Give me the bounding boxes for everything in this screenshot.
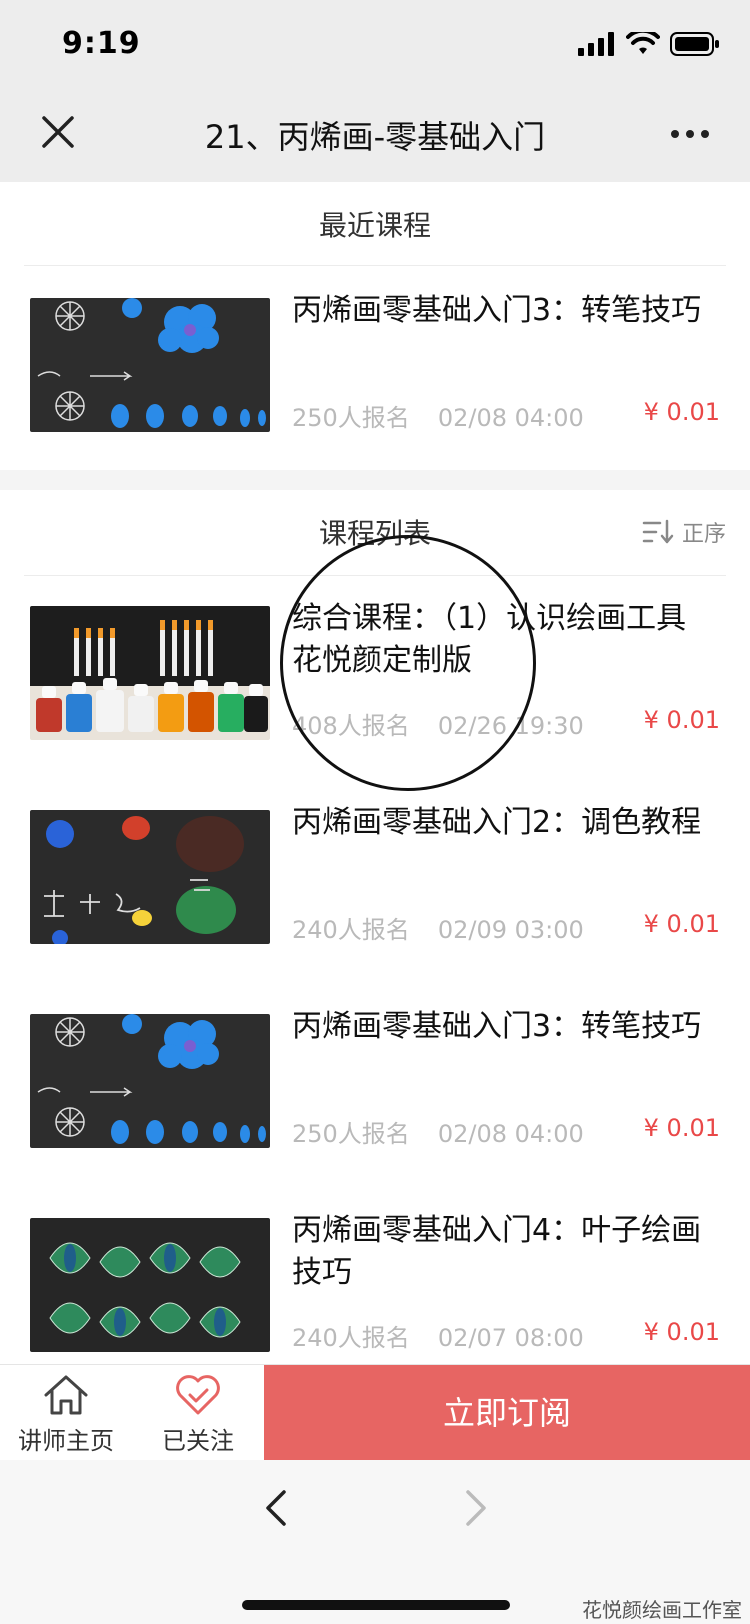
recent-course-item[interactable]: 丙烯画零基础入门3：转笔技巧 250人报名 02/08 04:00 ¥ 0.01 — [0, 290, 750, 440]
course-thumbnail — [30, 298, 270, 432]
course-list-item[interactable]: 丙烯画零基础入门2：调色教程 240人报名 02/09 03:00 ¥ 0.01 — [0, 802, 750, 952]
course-price: ¥ 0.01 — [643, 1318, 720, 1346]
bottom-action-bar: 讲师主页 已关注 立即订阅 — [0, 1364, 750, 1461]
course-meta: 250人报名 02/08 04:00 — [292, 1114, 584, 1149]
course-datetime: 02/08 04:00 — [437, 404, 584, 432]
back-arrow-icon[interactable] — [262, 1488, 288, 1528]
signal-icon — [578, 32, 614, 56]
course-thumbnail — [30, 1218, 270, 1352]
course-meta: 250人报名 02/08 04:00 — [292, 398, 584, 433]
course-meta: 240人报名 02/09 03:00 — [292, 910, 584, 945]
course-price: ¥ 0.01 — [643, 398, 720, 426]
more-dots-icon[interactable] — [670, 124, 710, 144]
course-title: 丙烯画零基础入门3：转笔技巧 — [292, 1009, 702, 1044]
course-price: ¥ 0.01 — [643, 910, 720, 938]
follow-button[interactable]: 已关注 — [132, 1365, 264, 1461]
course-price: ¥ 0.01 — [643, 1114, 720, 1142]
course-meta: 240人报名 02/07 08:00 — [292, 1318, 584, 1353]
heart-check-icon — [176, 1375, 220, 1415]
course-thumbnail — [30, 1014, 270, 1148]
recent-section-title: 最近课程 — [318, 209, 431, 242]
course-datetime: 02/07 08:00 — [437, 1324, 584, 1352]
status-icons — [578, 32, 720, 56]
course-list-item[interactable]: 丙烯画零基础入门4：叶子绘画技巧 240人报名 02/07 08:00 ¥ 0.0… — [0, 1210, 750, 1360]
course-title: 丙烯画零基础入门2：调色教程 — [292, 805, 702, 840]
nav-bar: 21、丙烯画-零基础入门 — [0, 90, 750, 182]
wifi-icon — [626, 32, 660, 54]
status-bar: 9:19 — [0, 0, 750, 90]
section-gap — [0, 470, 750, 490]
enrolled-count: 240人报名 — [292, 916, 410, 944]
status-time: 9:19 — [62, 26, 141, 61]
course-title: 丙烯画零基础入门3：转笔技巧 — [292, 293, 702, 328]
home-icon — [44, 1375, 88, 1415]
course-thumbnail — [30, 810, 270, 944]
course-title: 丙烯画零基础入门4：叶子绘画技巧 — [292, 1213, 702, 1290]
watermark-text: 花悦颜绘画工作室 — [582, 1598, 742, 1622]
course-datetime: 02/09 03:00 — [437, 916, 584, 944]
sort-icon — [642, 519, 674, 544]
subscribe-button[interactable]: 立即订阅 — [264, 1365, 750, 1461]
divider — [24, 265, 726, 266]
course-datetime: 02/08 04:00 — [437, 1120, 584, 1148]
recent-section-header: 最近课程 — [0, 182, 750, 264]
course-thumbnail — [30, 606, 270, 740]
page-title: 21、丙烯画-零基础入门 — [204, 118, 546, 156]
battery-icon — [670, 32, 719, 56]
enrolled-count: 240人报名 — [292, 1324, 410, 1352]
annotation-circle — [280, 535, 536, 791]
lecturer-home-button[interactable]: 讲师主页 — [0, 1365, 132, 1461]
forward-arrow-icon[interactable] — [464, 1488, 490, 1528]
course-list-item[interactable]: 丙烯画零基础入门3：转笔技巧 250人报名 02/08 04:00 ¥ 0.01 — [0, 1006, 750, 1156]
enrolled-count: 250人报名 — [292, 404, 410, 432]
home-indicator — [242, 1600, 510, 1610]
close-icon[interactable] — [38, 112, 78, 152]
follow-label: 已关注 — [162, 1427, 234, 1455]
enrolled-count: 250人报名 — [292, 1120, 410, 1148]
sort-label: 正序 — [681, 522, 726, 547]
sort-toggle[interactable]: 正序 — [642, 516, 726, 548]
lecturer-home-label: 讲师主页 — [18, 1427, 114, 1455]
course-price: ¥ 0.01 — [643, 706, 720, 734]
